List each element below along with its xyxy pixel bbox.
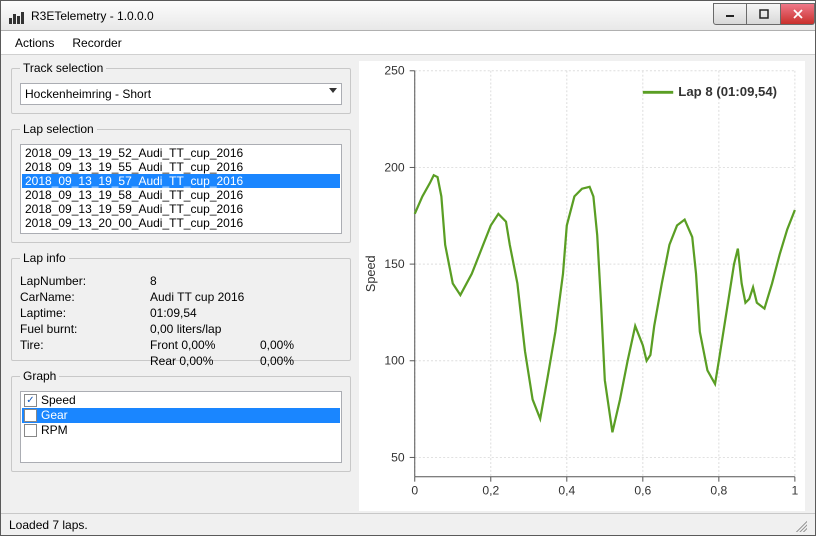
menu-actions[interactable]: Actions: [15, 36, 54, 50]
graph-item[interactable]: RPM: [22, 423, 340, 438]
graph-item-label: Gear: [41, 408, 68, 423]
svg-text:1: 1: [791, 484, 798, 498]
menubar: Actions Recorder: [1, 31, 815, 55]
lap-item[interactable]: 2018_09_13_19_59_Audi_TT_cup_2016: [22, 202, 340, 216]
value-carname: Audi TT cup 2016: [150, 289, 260, 305]
label-fuel: Fuel burnt:: [20, 321, 150, 337]
value-fuel: 0,00 liters/lap: [150, 321, 260, 337]
value-tire-front: Front 0,00%: [150, 337, 260, 353]
titlebar[interactable]: R3ETelemetry - 1.0.0.0: [1, 1, 815, 31]
lap-selection-group: Lap selection 2018_09_13_19_52_Audi_TT_c…: [11, 122, 351, 243]
label-tire: Tire:: [20, 337, 150, 353]
label-laptime: Laptime:: [20, 305, 150, 321]
graph-item-label: RPM: [41, 423, 68, 438]
menu-recorder[interactable]: Recorder: [72, 36, 121, 50]
app-window: R3ETelemetry - 1.0.0.0 Actions Recorder …: [0, 0, 816, 536]
graph-item-label: Speed: [41, 393, 76, 408]
checkbox-icon[interactable]: [24, 424, 37, 437]
lap-info-group: Lap info LapNumber: 8 CarName: Audi TT c…: [11, 251, 351, 361]
lap-item[interactable]: 2018_09_13_19_58_Audi_TT_cup_2016: [22, 188, 340, 202]
value-tire-rear: Rear 0,00%: [150, 353, 260, 369]
lap-item[interactable]: 2018_09_13_19_52_Audi_TT_cup_2016: [22, 146, 340, 160]
svg-text:Lap 8 (01:09,54): Lap 8 (01:09,54): [678, 84, 777, 99]
app-icon: [9, 8, 25, 24]
label-lapnumber: LapNumber:: [20, 273, 150, 289]
svg-text:200: 200: [384, 161, 405, 175]
statusbar: Loaded 7 laps.: [1, 513, 815, 535]
graph-group: Graph ✓ SpeedGearRPM: [11, 369, 351, 472]
lap-item[interactable]: 2018_09_13_19_57_Audi_TT_cup_2016: [22, 174, 340, 188]
value-laptime: 01:09,54: [150, 305, 260, 321]
track-selection-legend: Track selection: [20, 61, 106, 75]
svg-text:Speed: Speed: [363, 255, 378, 292]
svg-text:0,8: 0,8: [710, 484, 727, 498]
track-combo-value: Hockenheimring - Short: [25, 87, 151, 101]
checkbox-icon[interactable]: [24, 409, 37, 422]
value-tire-rear-pct: 0,00%: [260, 353, 340, 369]
svg-text:0: 0: [411, 484, 418, 498]
track-combo[interactable]: Hockenheimring - Short: [20, 83, 342, 105]
track-selection-group: Track selection Hockenheimring - Short: [11, 61, 351, 114]
graph-listbox[interactable]: ✓ SpeedGearRPM: [20, 391, 342, 463]
speed-chart: 00,20,40,60,8150100150200250SpeedLap 8 (…: [359, 61, 805, 511]
svg-text:0,4: 0,4: [558, 484, 575, 498]
maximize-button[interactable]: [747, 3, 781, 25]
graph-item[interactable]: Gear: [22, 408, 340, 423]
lap-item[interactable]: 2018_09_13_20_00_Audi_TT_cup_2016: [22, 216, 340, 230]
lap-listbox[interactable]: 2018_09_13_19_52_Audi_TT_cup_20162018_09…: [20, 144, 342, 234]
svg-text:250: 250: [384, 64, 405, 78]
window-title: R3ETelemetry - 1.0.0.0: [31, 9, 154, 23]
lap-item[interactable]: 2018_09_13_19_55_Audi_TT_cup_2016: [22, 160, 340, 174]
svg-text:0,6: 0,6: [634, 484, 651, 498]
resize-grip[interactable]: [793, 518, 807, 532]
value-tire-front-pct: 0,00%: [260, 337, 340, 353]
chevron-down-icon: [329, 88, 337, 93]
close-button[interactable]: [781, 3, 815, 25]
status-text: Loaded 7 laps.: [9, 518, 88, 532]
graph-item[interactable]: ✓ Speed: [22, 393, 340, 408]
graph-legend: Graph: [20, 369, 59, 383]
lap-info-legend: Lap info: [20, 251, 69, 265]
minimize-button[interactable]: [713, 3, 747, 25]
svg-text:100: 100: [384, 354, 405, 368]
label-carname: CarName:: [20, 289, 150, 305]
lap-selection-legend: Lap selection: [20, 122, 97, 136]
checkbox-icon[interactable]: ✓: [24, 394, 37, 407]
svg-text:150: 150: [384, 257, 405, 271]
value-lapnumber: 8: [150, 273, 260, 289]
svg-text:50: 50: [391, 451, 405, 465]
svg-text:0,2: 0,2: [482, 484, 499, 498]
